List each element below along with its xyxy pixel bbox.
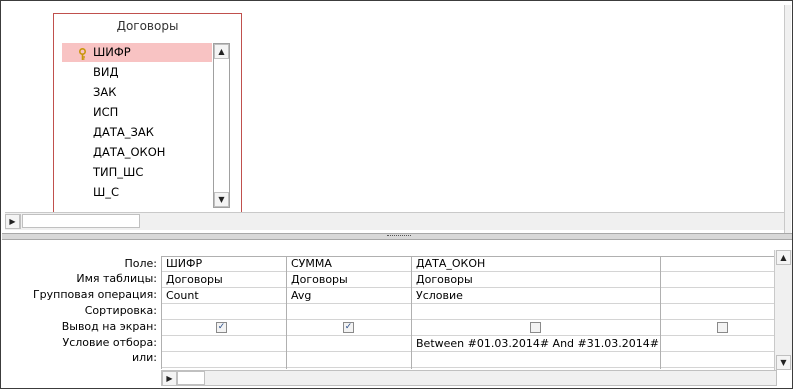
grid-cell-criteria[interactable] (287, 337, 411, 352)
grid-cell-table[interactable]: Договоры (162, 273, 286, 288)
field-label: ШИФР (93, 45, 131, 59)
scroll-up-arrow-icon[interactable]: ▲ (214, 44, 229, 59)
grid-cell-show (661, 321, 776, 336)
grid-cell-field[interactable]: ДАТА_ОКОН (412, 257, 660, 272)
grid-cell-show: ✓ (287, 321, 411, 336)
field-item-isp[interactable]: ИСП (62, 103, 212, 122)
scroll-right-arrow-icon[interactable]: ▶ (5, 214, 20, 229)
query-designer-window: Договоры ШИФР ВИД ЗАК ИСП ДАТА_ЗАК ДАТА_… (0, 0, 793, 389)
grid-cell-field[interactable]: СУММА (287, 257, 411, 272)
row-label-table: Имя таблицы: (76, 272, 157, 285)
field-item-vid[interactable]: ВИД (62, 63, 212, 82)
key-icon (78, 43, 87, 62)
row-label-criteria: Условие отбора: (62, 336, 158, 349)
field-item-zak[interactable]: ЗАК (62, 83, 212, 102)
field-item-sh-s[interactable]: Ш_С (62, 183, 212, 202)
grid-column-2: СУММА Договоры Avg ✓ (287, 257, 412, 369)
show-checkbox-checked[interactable]: ✓ (216, 322, 227, 333)
pane-splitter[interactable] (2, 233, 792, 240)
grid-horizontal-scrollbar[interactable]: ◀ ▶ (161, 370, 777, 386)
grid-cell-group-op[interactable] (661, 289, 776, 304)
splitter-grip-icon (387, 235, 411, 238)
scroll-up-arrow-icon[interactable]: ▲ (776, 250, 791, 265)
grid-cell-show (412, 321, 660, 336)
grid-cell-table[interactable] (661, 273, 776, 288)
show-checkbox-checked[interactable]: ✓ (343, 322, 354, 333)
grid-cell-table[interactable]: Договоры (412, 273, 660, 288)
grid-cell-or[interactable] (412, 353, 660, 368)
scroll-down-arrow-icon[interactable]: ▼ (214, 192, 229, 207)
field-item-shifr[interactable]: ШИФР (62, 43, 212, 62)
scroll-down-arrow-icon[interactable]: ▼ (776, 355, 791, 370)
grid-cell-show: ✓ (162, 321, 286, 336)
design-grid-pane: Поле: Имя таблицы: Групповая операция: С… (2, 240, 792, 388)
grid-cell-sort[interactable] (412, 305, 660, 320)
field-item-tip-shs[interactable]: ТИП_ШС (62, 163, 212, 182)
field-item-data-zak[interactable]: ДАТА_ЗАК (62, 123, 212, 142)
grid-cell-or[interactable] (287, 353, 411, 368)
show-checkbox-unchecked[interactable] (530, 322, 541, 333)
grid-cell-sort[interactable] (287, 305, 411, 320)
query-design-grid: ШИФР Договоры Count ✓ СУММА Договоры Avg… (161, 256, 777, 369)
scroll-thumb[interactable] (177, 371, 205, 385)
scroll-right-arrow-icon[interactable]: ▶ (162, 371, 177, 386)
scroll-thumb[interactable] (22, 214, 140, 228)
field-item-data-okon[interactable]: ДАТА_ОКОН (62, 143, 212, 162)
table-pane-horizontal-scrollbar[interactable]: ◀ ▶ (5, 212, 784, 230)
table-pane: Договоры ШИФР ВИД ЗАК ИСП ДАТА_ЗАК ДАТА_… (5, 5, 791, 233)
grid-cell-criteria[interactable] (162, 337, 286, 352)
table-title: Договоры (116, 19, 179, 33)
grid-vertical-scrollbar[interactable]: ▲ ▼ (774, 250, 792, 370)
grid-cell-or[interactable] (661, 353, 776, 368)
grid-cell-field[interactable]: ШИФР (162, 257, 286, 272)
grid-cell-table[interactable]: Договоры (287, 273, 411, 288)
grid-cell-sort[interactable] (661, 305, 776, 320)
show-checkbox-unchecked[interactable] (717, 322, 728, 333)
grid-column-3: ДАТА_ОКОН Договоры Условие Between #01.0… (412, 257, 661, 369)
grid-cell-or[interactable] (162, 353, 286, 368)
row-label-sort: Сортировка: (84, 304, 157, 317)
grid-column-1: ШИФР Договоры Count ✓ (162, 257, 287, 369)
table-field-list-dogovory[interactable]: Договоры ШИФР ВИД ЗАК ИСП ДАТА_ЗАК ДАТА_… (53, 13, 242, 214)
grid-cell-field[interactable] (661, 257, 776, 272)
field-list: ШИФР ВИД ЗАК ИСП ДАТА_ЗАК ДАТА_ОКОН ТИП_… (62, 43, 212, 208)
grid-cell-group-op[interactable]: Count (162, 289, 286, 304)
grid-column-4 (661, 257, 777, 369)
row-label-show: Вывод на экран: (61, 320, 157, 333)
grid-cell-sort[interactable] (162, 305, 286, 320)
row-label-group-operation: Групповая операция: (32, 288, 157, 301)
table-pane-vertical-scrollbar[interactable] (784, 5, 791, 233)
grid-cell-group-op[interactable]: Avg (287, 289, 411, 304)
grid-cell-group-op[interactable]: Условие (412, 289, 660, 304)
row-label-or: или: (131, 351, 157, 364)
field-list-scrollbar[interactable]: ▲ ▼ (213, 43, 230, 208)
row-label-field: Поле: (124, 257, 157, 270)
grid-cell-criteria[interactable]: Between #01.03.2014# And #31.03.2014# (412, 337, 660, 352)
grid-cell-criteria[interactable] (661, 337, 776, 352)
